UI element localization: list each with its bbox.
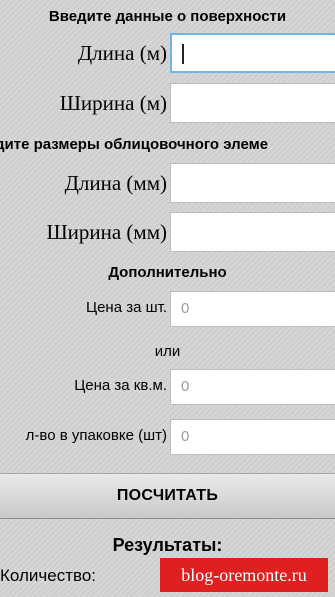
surface-heading: Введите данные о поверхности (48, 8, 287, 25)
watermark-badge: blog-oremonte.ru (160, 558, 328, 592)
tile-width-label: Ширина (мм) (46, 220, 167, 244)
tile-width-input[interactable] (170, 212, 335, 252)
pack-count-label: л-во в упаковке (шт) (25, 427, 167, 444)
surface-width-label: Ширина (м) (59, 91, 167, 115)
pack-count-input[interactable]: 0 (170, 419, 335, 455)
surface-length-label: Длина (м) (77, 41, 167, 65)
tile-length-label: Длина (мм) (64, 171, 167, 195)
quantity-label: Количество: (0, 566, 97, 585)
surface-length-input[interactable] (170, 33, 335, 73)
price-per-sqm-input[interactable]: 0 (170, 369, 335, 405)
surface-width-input[interactable] (170, 83, 335, 123)
price-per-sqm-label: Цена за кв.м. (74, 377, 167, 394)
text-cursor (182, 44, 184, 64)
extra-heading: Дополнительно (108, 264, 227, 281)
calculate-button[interactable]: ПОСЧИТАТЬ (0, 473, 335, 519)
price-per-piece-input[interactable]: 0 (170, 291, 335, 327)
price-per-piece-label: Цена за шт. (85, 299, 167, 316)
results-heading: Результаты: (112, 535, 223, 555)
tile-length-input[interactable] (170, 163, 335, 203)
tile-heading: дите размеры облицовочного элеме (0, 136, 269, 153)
or-text: или (154, 343, 181, 360)
